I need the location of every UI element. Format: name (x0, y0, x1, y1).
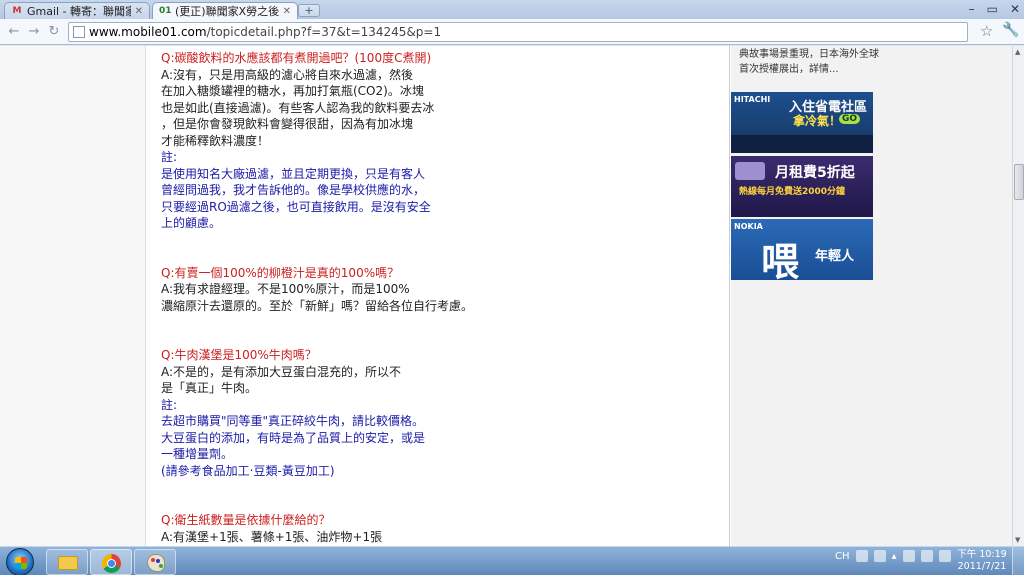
ad-subtitle: 熱線每月免費送2000分鐘 (739, 187, 846, 197)
ad-brand: HITACHI (734, 95, 771, 104)
folder-icon (58, 556, 78, 570)
vertical-scrollbar[interactable]: ▲ ▼ (1012, 46, 1024, 546)
minimize-icon[interactable]: – (969, 2, 975, 16)
page-viewport: Q:碳酸飲料的水應該都有煮開過吧？(100度C煮開) A:沒有，只是用高級的濾心將… (0, 46, 1012, 546)
page-icon (73, 26, 85, 38)
note-line: 註: (161, 397, 178, 412)
note-line: 去超市購買"同等重"真正碎絞牛肉，請比較價格。 (161, 414, 425, 428)
note-line: (請參考食品加工‧豆類-黃豆加工) (161, 463, 335, 478)
post-content: Q:碳酸飲料的水應該都有煮開過吧？(100度C煮開) A:沒有，只是用高級的濾心將… (147, 46, 730, 546)
show-desktop-button[interactable] (1012, 547, 1024, 575)
tab-strip: M Gmail - 轉寄：聯聞家X勞之後的秘密 ✕ 01 (更正)聯聞家X勞之後… (0, 0, 1024, 19)
answer-line: 濃縮原汁去還原的。至於「新鮮」嗎？留給各位自行考慮。 (161, 298, 474, 313)
taskbar-paint[interactable] (134, 549, 176, 575)
answer-line: A:沒有，只是用高級的濾心將自來水過濾，然後 (161, 67, 414, 82)
taskbar-explorer[interactable] (46, 549, 88, 575)
address-bar[interactable]: www.mobile01.com/topicdetail.php?f=37&t=… (68, 22, 968, 42)
ad-subtitle: 拿冷氣！ (793, 114, 842, 128)
close-window-icon[interactable]: ✕ (1010, 2, 1020, 16)
question-line: Q:牛肉漢堡是100%牛肉嗎？ (161, 348, 317, 362)
phone-illustration (735, 162, 765, 180)
answer-line: 也是如此(直接過濾)。有些客人認為我的飲料要去冰 (161, 100, 435, 115)
answer-line: ，但是你會發現飲料會變得很甜，因為有加冰塊 (161, 117, 414, 131)
note-line: 曾經問過我，我才告訴他的。像是學校供應的水， (161, 183, 426, 197)
ad-brand: NOKIA (734, 222, 763, 231)
ad-title: 月租費5折起 (775, 165, 855, 181)
tab-mobile01[interactable]: 01 (更正)聯聞家X勞之後的秘密 ✕ (152, 2, 298, 19)
close-icon[interactable]: ✕ (283, 6, 291, 17)
ad-big-text: 喂 (761, 240, 800, 280)
windows-taskbar: CH ▴ 下午 10:19 2011/7/21 (0, 546, 1024, 575)
answer-line: 在加入糖漿罐裡的糖水，再加打氣瓶(CO2)。冰塊 (161, 84, 424, 98)
mobile01-icon: 01 (159, 6, 172, 16)
forward-icon[interactable]: → (24, 24, 44, 39)
volume-icon[interactable] (938, 550, 951, 562)
ad-badge: GO (839, 114, 861, 124)
tab-title: (更正)聯聞家X勞之後的秘密 (175, 5, 279, 18)
tab-title: Gmail - 轉寄：聯聞家X勞之後的秘密 (27, 5, 131, 18)
ad-banner-telecom[interactable]: 月租費5折起 熱線每月免費送2000分鐘 (731, 156, 873, 217)
wrench-icon[interactable]: 🔧 (1002, 22, 1019, 38)
gmail-icon: M (12, 6, 22, 16)
post-text: Q:碳酸飲料的水應該都有煮開過吧？(100度C煮開) A:沒有，只是用高級的濾心將… (161, 50, 721, 546)
help-icon[interactable] (873, 550, 886, 562)
windows-logo-icon (15, 557, 27, 569)
question-line: Q:衛生紙數量是依據什麼給的？ (161, 513, 331, 527)
maximize-icon[interactable]: ▭ (987, 2, 998, 16)
note-line: 註: (161, 150, 178, 164)
answer-line: 是「真正」牛肉。 (161, 381, 258, 395)
ad-banner-hitachi[interactable]: HITACHI 入住省電社區 拿冷氣！ GO (731, 92, 873, 153)
show-hidden-icons-icon[interactable]: ▴ (892, 551, 897, 562)
system-tray: CH ▴ (835, 550, 951, 562)
question-line: Q:碳酸飲料的水應該都有煮開過吧？(100度C煮開) (161, 51, 432, 65)
note-line: 一種增量劑。 (161, 447, 234, 461)
note-line: 上的顧慮。 (161, 216, 222, 230)
note-line: 是使用知名大廠過濾，並且定期更換，只是有客人 (161, 166, 426, 181)
left-margin (0, 46, 146, 546)
clock-date: 2011/7/21 (957, 561, 1007, 572)
bookmark-star-icon[interactable]: ☆ (980, 22, 993, 40)
scroll-up-icon[interactable]: ▲ (1015, 48, 1020, 56)
answer-line: A:不是的，是有添加大豆蛋白混充的，所以不 (161, 364, 402, 379)
input-method-icon[interactable] (855, 550, 868, 562)
back-icon[interactable]: ← (4, 24, 24, 39)
ad-houses (731, 135, 873, 153)
question-line: Q:有賣一個100%的柳橙汁是真的100%嗎？ (161, 265, 400, 280)
new-tab-button[interactable]: + (298, 4, 320, 17)
answer-line: 才能稀釋飲料濃度！ (161, 133, 270, 148)
close-icon[interactable]: ✕ (135, 6, 143, 17)
paint-icon (147, 554, 165, 572)
ad-title: 年輕人 (815, 249, 855, 264)
sidebar-text[interactable]: 典故事場景重現，日本海外全球首次授權展出，詳情... (739, 47, 879, 77)
start-button[interactable] (6, 548, 34, 575)
flag-icon[interactable] (920, 550, 933, 562)
network-icon[interactable] (902, 550, 915, 562)
scroll-down-icon[interactable]: ▼ (1015, 536, 1020, 544)
answer-line: A:有漢堡+1張、薯條+1張、油炸物+1張 (161, 529, 383, 544)
scroll-thumb[interactable] (1014, 164, 1024, 200)
ad-banner-nokia[interactable]: NOKIA 喂 年輕人 (731, 219, 873, 280)
reload-icon[interactable]: ↻ (44, 24, 64, 39)
chrome-icon (102, 554, 121, 573)
window-controls: – ▭ ✕ (969, 0, 1020, 16)
taskbar-chrome[interactable] (90, 549, 132, 575)
sidebar: 典故事場景重現，日本海外全球首次授權展出，詳情... HITACHI 入住省電社… (731, 46, 1012, 546)
taskbar-clock[interactable]: 下午 10:19 2011/7/21 (957, 549, 1007, 573)
tab-gmail[interactable]: M Gmail - 轉寄：聯聞家X勞之後的秘密 ✕ (4, 2, 150, 19)
url-text: www.mobile01.com/topicdetail.php?f=37&t=… (89, 25, 442, 39)
clock-time: 下午 10:19 (957, 549, 1007, 560)
language-indicator[interactable]: CH (835, 551, 850, 562)
browser-toolbar: ← → ↻ www.mobile01.com/topicdetail.php?f… (0, 19, 1024, 45)
note-line: 只要經過RO過濾之後，也可直接飲用。是沒有安全 (161, 199, 431, 214)
answer-line: A:我有求證經理。不是100%原汁，而是100% (161, 282, 410, 296)
note-line: 大豆蛋白的添加，有時是為了品質上的安定，或是 (161, 430, 426, 445)
